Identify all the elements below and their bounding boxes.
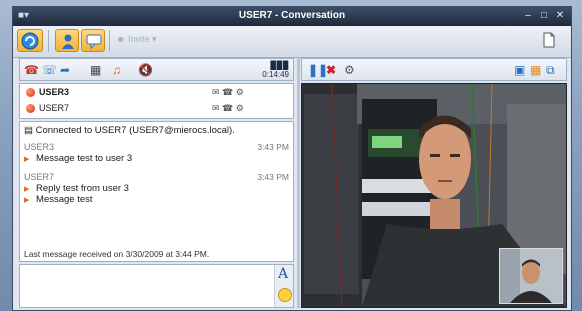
toolbar-separator (48, 30, 49, 52)
call-controls: ☎ ☏ ➦ ▦ ♫ 🔇 ▉▉▉ 0:14:49 (19, 58, 294, 81)
message-text: Message test (36, 194, 93, 205)
chat-bubble-icon (86, 34, 102, 50)
last-message-status: Last message received on 3/30/2009 at 3:… (24, 249, 210, 259)
bullet-arrow-icon: ▶ (24, 186, 30, 193)
font-button[interactable]: A (278, 266, 288, 282)
message-time: 3:43 PM (257, 142, 289, 152)
participant-name: USER7 (39, 103, 70, 113)
app-menu-button[interactable] (17, 29, 43, 52)
participant-action-icons[interactable]: ✉ ☎ ⚙ (212, 87, 244, 98)
message-line: ▶ Message test (24, 194, 93, 205)
audio-device-icon[interactable]: ♫ (112, 63, 121, 77)
window-title: USER7 - Conversation (238, 10, 346, 21)
pip-layout-icon[interactable]: ▣ (514, 63, 525, 77)
message-line: ▶ Reply test from user 3 (24, 183, 129, 194)
invite-people-icon: ☻ (116, 34, 126, 44)
self-view-image (500, 249, 562, 303)
emoticon-icon[interactable] (278, 288, 292, 302)
minimize-button[interactable]: – (521, 9, 535, 23)
end-call-icon[interactable]: ☎ (24, 63, 39, 77)
input-tools: A (274, 265, 293, 307)
message-line: ▶ Message test to user 3 (24, 153, 132, 164)
chevron-down-icon: ▾ (152, 34, 157, 44)
stop-video-icon[interactable]: ✖ (326, 63, 336, 77)
add-participant-button[interactable] (55, 29, 79, 52)
hold-call-icon[interactable]: ☏ (42, 63, 57, 77)
message-text: Reply test from user 3 (36, 183, 129, 194)
signal-bars-icon: ▉▉▉ (270, 61, 289, 70)
toolbar-separator (109, 30, 110, 52)
message-sender: USER3 (24, 142, 55, 152)
self-view-video[interactable] (499, 248, 563, 304)
presence-status-icon (26, 104, 35, 113)
remote-video-feed (301, 83, 567, 308)
video-controls: ❚❚ ✖ ⚙ ▣ ▦ ⧉ (301, 58, 567, 81)
transfer-call-icon[interactable]: ➦ (60, 63, 70, 77)
dialpad-icon[interactable]: ▦ (90, 63, 101, 77)
message-input-area[interactable]: A (19, 264, 294, 308)
split-layout-icon[interactable]: ▦ (530, 63, 541, 77)
communicator-logo-icon (21, 32, 39, 50)
invite-label: Invite (128, 34, 150, 44)
conversation-window: ■▾ USER7 - Conversation – □ ✕ ☻ Invite ▾… (12, 6, 572, 311)
call-timer: ▉▉▉ 0:14:49 (262, 61, 289, 79)
im-button[interactable] (81, 29, 105, 52)
participant-name: USER3 (39, 87, 70, 97)
options-document-icon[interactable] (541, 32, 557, 51)
call-duration: 0:14:49 (262, 70, 289, 79)
message-sender: USER7 (24, 172, 55, 182)
mute-icon[interactable]: 🔇 (138, 63, 153, 77)
connection-icon: ▤ (24, 125, 33, 136)
participant-action-icons[interactable]: ✉ ☎ ⚙ (212, 103, 244, 114)
message-history: ▤ Connected to USER7 (USER7@mierocs.loca… (19, 121, 294, 262)
participant-row[interactable]: USER3 ✉ ☎ ⚙ (24, 85, 289, 101)
presence-status-icon (26, 88, 35, 97)
connection-status: ▤ Connected to USER7 (USER7@mierocs.loca… (24, 125, 235, 136)
message-text: Message test to user 3 (36, 153, 133, 164)
maximize-button[interactable]: □ (537, 9, 551, 23)
pane-splitter[interactable] (297, 58, 300, 308)
participant-row[interactable]: USER7 ✉ ☎ ⚙ (24, 101, 289, 117)
title-bar: ■▾ USER7 - Conversation – □ ✕ (13, 7, 571, 26)
connection-status-text: Connected to USER7 (USER7@mierocs.local)… (35, 125, 235, 136)
bullet-arrow-icon: ▶ (24, 197, 30, 204)
close-button[interactable]: ✕ (553, 9, 567, 23)
invite-button[interactable]: ☻ Invite ▾ (116, 34, 157, 45)
person-icon (62, 34, 74, 49)
conversation-pane: ☎ ☏ ➦ ▦ ♫ 🔇 ▉▉▉ 0:14:49 USER3 ✉ ☎ ⚙ USER… (19, 58, 294, 308)
message-time: 3:43 PM (257, 172, 289, 182)
participant-list: USER3 ✉ ☎ ⚙ USER7 ✉ ☎ ⚙ (19, 83, 294, 119)
video-pane: ❚❚ ✖ ⚙ ▣ ▦ ⧉ (301, 58, 567, 308)
popout-video-icon[interactable]: ⧉ (546, 63, 555, 77)
main-toolbar: ☻ Invite ▾ (13, 26, 571, 58)
camera-settings-icon[interactable]: ⚙ (344, 63, 355, 77)
bullet-arrow-icon: ▶ (24, 156, 30, 163)
